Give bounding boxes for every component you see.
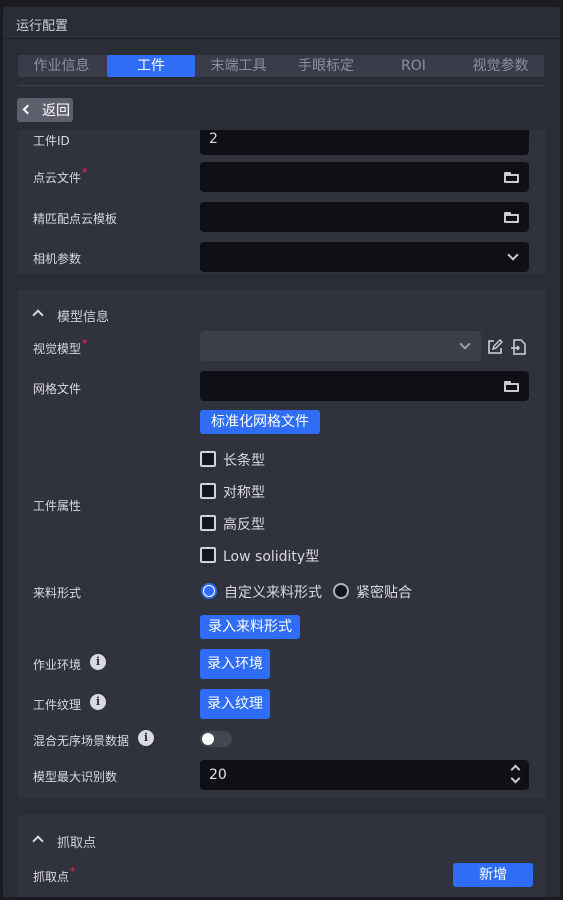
vision-model-select[interactable] bbox=[200, 331, 481, 361]
max-recognition-label: 模型最大识别数 bbox=[33, 770, 118, 784]
folder-open-icon[interactable] bbox=[504, 381, 519, 392]
chevron-up-icon[interactable] bbox=[32, 835, 44, 847]
folder-open-icon[interactable] bbox=[504, 172, 519, 183]
work-env-label: 作业环境 bbox=[33, 658, 82, 672]
grasp-points-label: 抓取点* bbox=[33, 865, 76, 884]
workpiece-basic-card: 工件ID 2 点云文件* 精匹配点云模板 相机参数 bbox=[17, 130, 546, 274]
tab-workpiece[interactable]: 工件 bbox=[107, 55, 195, 77]
back-button[interactable]: 返回 bbox=[17, 98, 73, 122]
fine-match-template-label: 精匹配点云模板 bbox=[33, 212, 118, 226]
tab-roi[interactable]: ROI bbox=[370, 55, 457, 77]
point-cloud-file-field[interactable] bbox=[200, 162, 529, 192]
tab-end-tool[interactable]: 末端工具 bbox=[195, 55, 282, 77]
feed-mode-label: 来料形式 bbox=[33, 586, 82, 600]
toggle-knob bbox=[202, 733, 214, 745]
chevron-down-icon bbox=[507, 249, 519, 261]
info-icon[interactable]: i bbox=[138, 730, 154, 746]
workpiece-id-field[interactable]: 2 bbox=[200, 130, 529, 155]
radio-custom-feed-mode-label[interactable]: 自定义来料形式 bbox=[224, 582, 322, 602]
workpiece-props-label: 工件属性 bbox=[33, 499, 82, 513]
tabs-divider bbox=[18, 85, 544, 86]
workpiece-id-label: 工件ID bbox=[33, 134, 70, 148]
camera-params-select[interactable] bbox=[200, 242, 529, 272]
scroll-content[interactable]: 工件ID 2 点云文件* 精匹配点云模板 相机参数 模型信息 视觉模型* 网格文… bbox=[3, 130, 560, 897]
camera-params-label: 相机参数 bbox=[33, 252, 82, 266]
add-grasp-point-button[interactable]: 新增 bbox=[453, 863, 533, 887]
mesh-file-field[interactable] bbox=[200, 371, 529, 401]
radio-tight-fit-label[interactable]: 紧密贴合 bbox=[356, 582, 412, 602]
tab-job-info[interactable]: 作业信息 bbox=[18, 55, 105, 77]
record-env-button[interactable]: 录入环境 bbox=[200, 649, 270, 679]
max-recognition-input[interactable]: 20 bbox=[200, 760, 529, 790]
fine-match-template-field[interactable] bbox=[200, 202, 529, 232]
export-file-icon[interactable] bbox=[511, 339, 527, 355]
checkbox-box[interactable] bbox=[200, 547, 216, 563]
header-divider bbox=[3, 38, 560, 39]
checkbox-box[interactable] bbox=[200, 451, 216, 467]
section-title-model-info: 模型信息 bbox=[57, 310, 110, 325]
info-icon[interactable]: i bbox=[90, 654, 106, 670]
folder-open-icon[interactable] bbox=[504, 212, 519, 223]
mesh-file-label: 网格文件 bbox=[33, 382, 82, 396]
normalize-mesh-button[interactable]: 标准化网格文件 bbox=[200, 410, 320, 434]
panel-title: 运行配置 bbox=[16, 19, 69, 34]
texture-label: 工件纹理 bbox=[33, 698, 82, 712]
grasp-points-card: 抓取点 抓取点* 新增 bbox=[17, 815, 546, 897]
model-info-card: 模型信息 视觉模型* 网格文件 标准化网格文件 工件属性 长条型 对称型 高反型… bbox=[17, 290, 546, 799]
radio-tight-fit[interactable] bbox=[333, 583, 349, 599]
record-feed-mode-button[interactable]: 录入来料形式 bbox=[200, 615, 300, 639]
checkbox-box[interactable] bbox=[200, 483, 216, 499]
tab-vision-params[interactable]: 视觉参数 bbox=[457, 55, 544, 77]
chevron-up-icon[interactable] bbox=[32, 309, 44, 321]
section-title-grasp-points: 抓取点 bbox=[57, 836, 97, 851]
point-cloud-file-label: 点云文件* bbox=[33, 166, 88, 185]
chevron-down-icon bbox=[459, 338, 471, 350]
run-config-panel: 运行配置 作业信息 工件 末端工具 手眼标定 ROI 视觉参数 工件ID 2 点… bbox=[3, 7, 560, 897]
mixed-unordered-toggle[interactable] bbox=[200, 731, 232, 747]
info-icon[interactable]: i bbox=[90, 694, 106, 710]
vision-model-label: 视觉模型* bbox=[33, 337, 88, 356]
tab-bar: 作业信息 工件 末端工具 手眼标定 ROI 视觉参数 bbox=[18, 55, 544, 77]
edit-icon[interactable] bbox=[487, 339, 503, 355]
mixed-unordered-label: 混合无序场景数据 bbox=[33, 734, 130, 748]
record-texture-button[interactable]: 录入纹理 bbox=[200, 689, 270, 719]
decrement-icon[interactable] bbox=[510, 773, 521, 784]
checkbox-box[interactable] bbox=[200, 515, 216, 531]
tab-hand-eye-calibration[interactable]: 手眼标定 bbox=[282, 55, 370, 77]
chevron-left-icon bbox=[22, 104, 33, 115]
radio-custom-feed-mode[interactable] bbox=[201, 583, 217, 599]
